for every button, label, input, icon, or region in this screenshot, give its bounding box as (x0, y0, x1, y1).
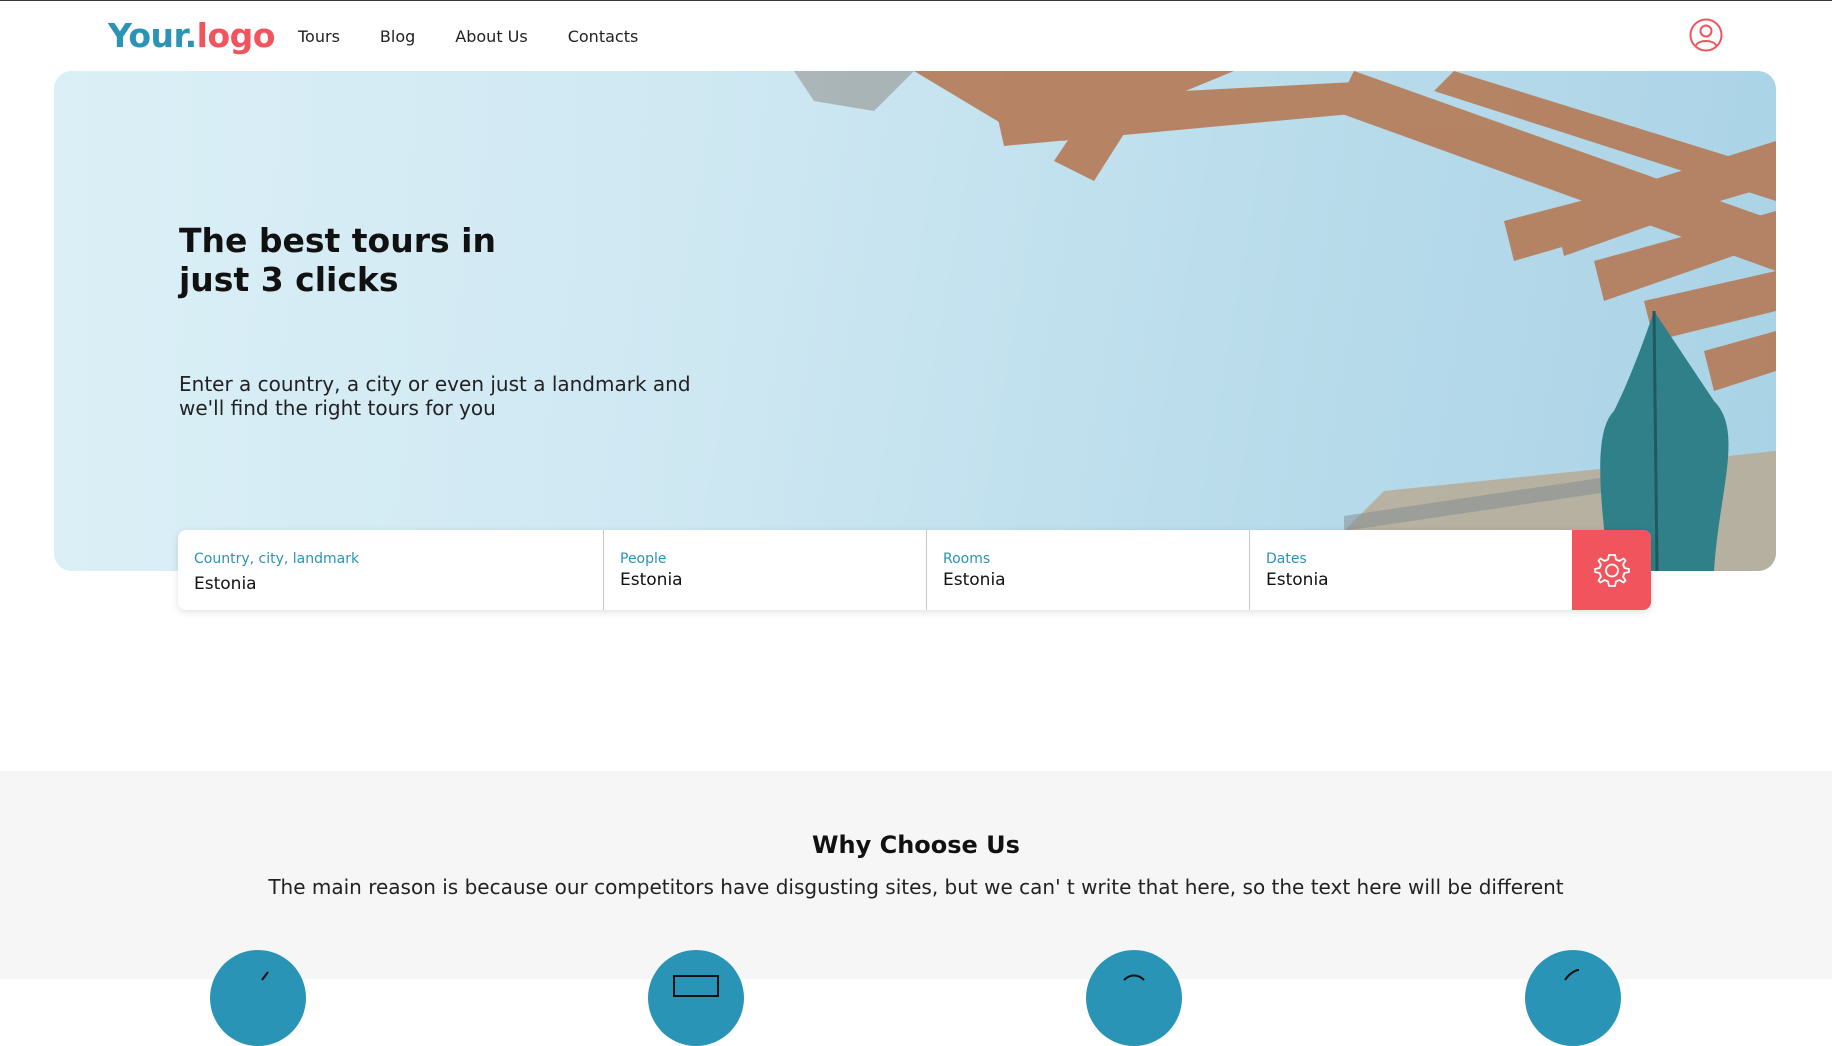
nav-item-about-us[interactable]: About Us (455, 27, 527, 46)
dates-field-label: Dates (1266, 551, 1307, 567)
people-field[interactable]: People Estonia (604, 530, 927, 610)
why-title: Why Choose Us (812, 831, 1020, 859)
site-header: Your.logo Tours Blog About Us Contacts (0, 0, 1832, 72)
laptop-icon (648, 950, 744, 1046)
search-bar: Country, city, landmark Estonia People E… (178, 530, 1651, 610)
people-field-value: Estonia (620, 570, 683, 590)
logo[interactable]: Your.logo (108, 16, 275, 55)
logo-part-2: logo (196, 16, 276, 55)
people-field-label: People (620, 551, 667, 567)
rooms-field-value: Estonia (943, 570, 1006, 590)
rooms-field[interactable]: Rooms Estonia (927, 530, 1250, 610)
country-field-label: Country, city, landmark (194, 551, 360, 567)
hero-title: The best tours in just 3 clicks (179, 221, 496, 299)
country-field-value: Estonia (194, 574, 257, 594)
search-settings-button[interactable] (1572, 530, 1651, 610)
gear-icon (1593, 554, 1630, 587)
user-icon[interactable] (1689, 18, 1723, 52)
nav-item-tours[interactable]: Tours (298, 27, 340, 46)
country-field[interactable]: Country, city, landmark Estonia (178, 530, 604, 610)
pen-icon (210, 950, 306, 1046)
hero-banner: The best tours in just 3 clicks Enter a … (54, 71, 1776, 571)
nav-item-contacts[interactable]: Contacts (568, 27, 639, 46)
globe-icon (1086, 950, 1182, 1046)
main-nav: Tours Blog About Us Contacts (298, 27, 638, 46)
feather-icon (1525, 950, 1621, 1046)
dates-field-value: Estonia (1266, 570, 1329, 590)
hero-background-image (54, 71, 1776, 571)
nav-item-blog[interactable]: Blog (380, 27, 415, 46)
hero-subtitle: Enter a country, a city or even just a l… (179, 372, 691, 420)
dates-field[interactable]: Dates Estonia (1250, 530, 1572, 610)
why-choose-us-section: Why Choose Us The main reason is because… (0, 771, 1832, 1046)
why-description: The main reason is because our competito… (268, 875, 1564, 899)
rooms-field-label: Rooms (943, 551, 991, 567)
logo-part-1: Your. (108, 16, 197, 55)
